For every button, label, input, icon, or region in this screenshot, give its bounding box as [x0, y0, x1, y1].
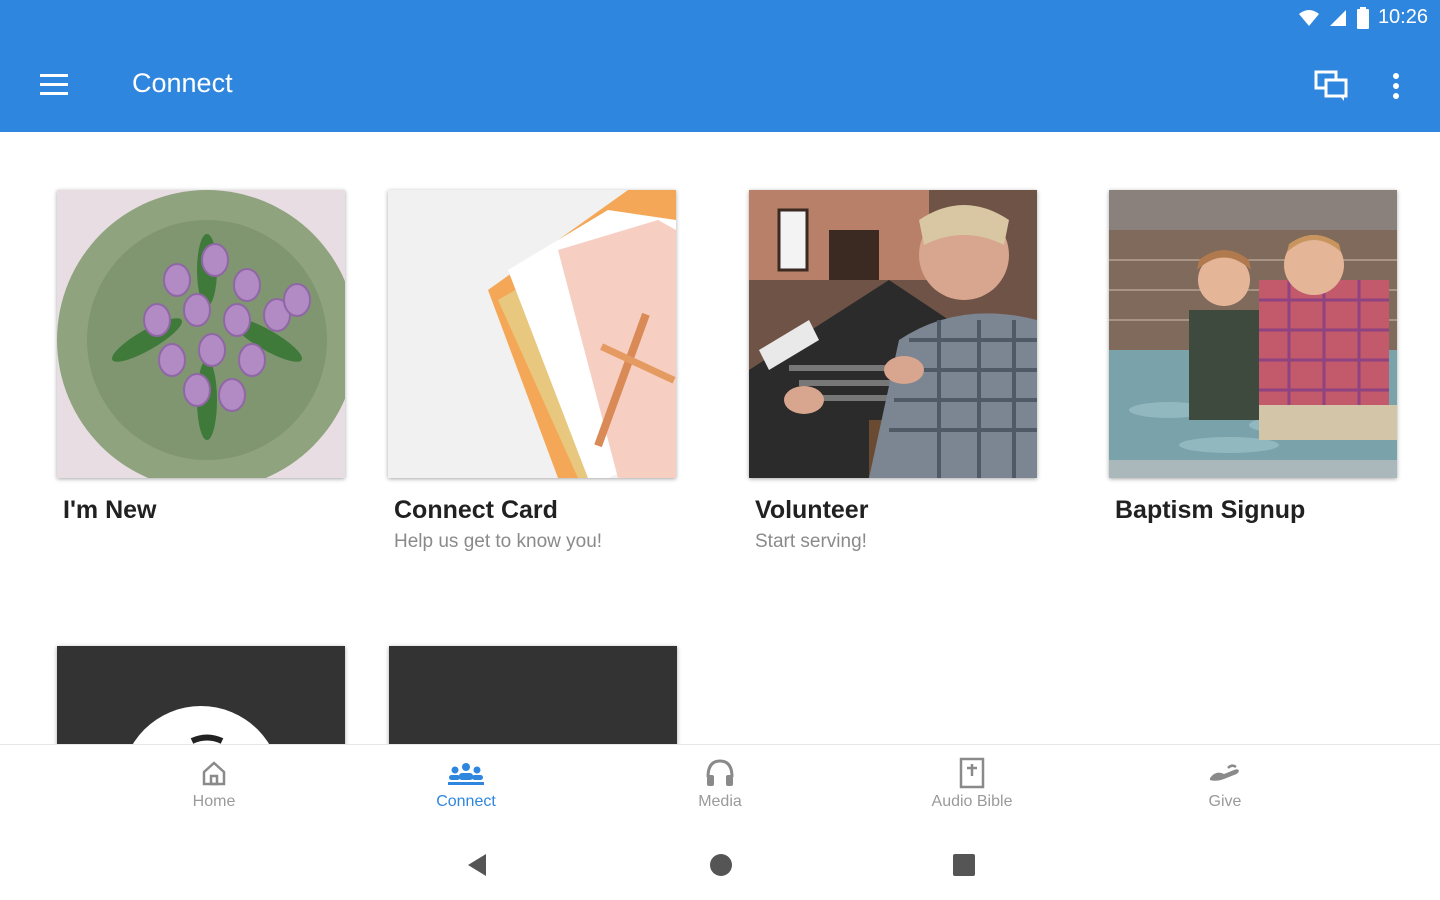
people-icon — [396, 755, 536, 791]
signal-icon — [1329, 9, 1346, 26]
nav-audio-bible[interactable]: Audio Bible — [902, 755, 1042, 811]
card-title: Connect Card — [394, 496, 558, 524]
bottom-navigation: Home Connect Media Audio Bible Give — [0, 744, 1440, 837]
nav-label: Connect — [436, 793, 496, 810]
nav-label: Give — [1208, 793, 1242, 810]
card-volunteer[interactable]: Volunteer Start serving! — [749, 190, 1039, 553]
nav-media[interactable]: Media — [650, 755, 790, 811]
home-icon — [144, 755, 284, 791]
bible-icon — [902, 755, 1042, 791]
card-im-new[interactable]: I'm New — [57, 190, 347, 525]
card-image-dark-1 — [57, 646, 345, 744]
more-vert-icon[interactable] — [1384, 68, 1408, 104]
card-image-dark-2 — [389, 646, 677, 744]
chat-icon[interactable] — [1310, 66, 1352, 104]
nav-label: Media — [698, 793, 742, 810]
nav-label: Home — [192, 793, 236, 810]
card-baptism-signup[interactable]: Baptism Signup — [1109, 190, 1399, 525]
headphones-icon — [650, 755, 790, 791]
page-title: Connect — [132, 68, 233, 98]
card-subtitle: Help us get to know you! — [394, 531, 603, 552]
card-row2-2[interactable] — [389, 646, 679, 744]
nav-give[interactable]: Give — [1155, 755, 1295, 811]
status-bar: 10:26 — [0, 0, 1440, 38]
nav-label: Audio Bible — [931, 793, 1013, 810]
card-image-baptism — [1109, 190, 1397, 478]
status-icons: 10:26 — [1298, 6, 1428, 29]
give-icon — [1155, 755, 1295, 791]
card-title: Volunteer — [755, 496, 869, 524]
menu-icon[interactable] — [36, 70, 72, 100]
recents-icon[interactable] — [951, 852, 977, 883]
card-row2-1[interactable] — [57, 646, 347, 744]
status-time: 10:26 — [1377, 6, 1428, 28]
card-subtitle: Start serving! — [755, 531, 867, 552]
home-circle-icon[interactable] — [708, 852, 734, 883]
content-area: I'm New Connect Card Help us get to know… — [0, 132, 1440, 744]
card-image-volunteer — [749, 190, 1037, 478]
wifi-icon — [1298, 9, 1319, 26]
system-navigation — [0, 836, 1440, 900]
card-image-stationery — [388, 190, 676, 478]
nav-connect[interactable]: Connect — [396, 755, 536, 811]
battery-icon — [1356, 6, 1369, 29]
card-title: Baptism Signup — [1115, 496, 1306, 524]
card-image-tulips — [57, 190, 345, 478]
nav-home[interactable]: Home — [144, 755, 284, 811]
card-connect-card[interactable]: Connect Card Help us get to know you! — [388, 190, 678, 553]
app-bar: Connect — [0, 38, 1440, 132]
back-icon[interactable] — [464, 852, 490, 883]
card-title: I'm New — [63, 496, 157, 524]
